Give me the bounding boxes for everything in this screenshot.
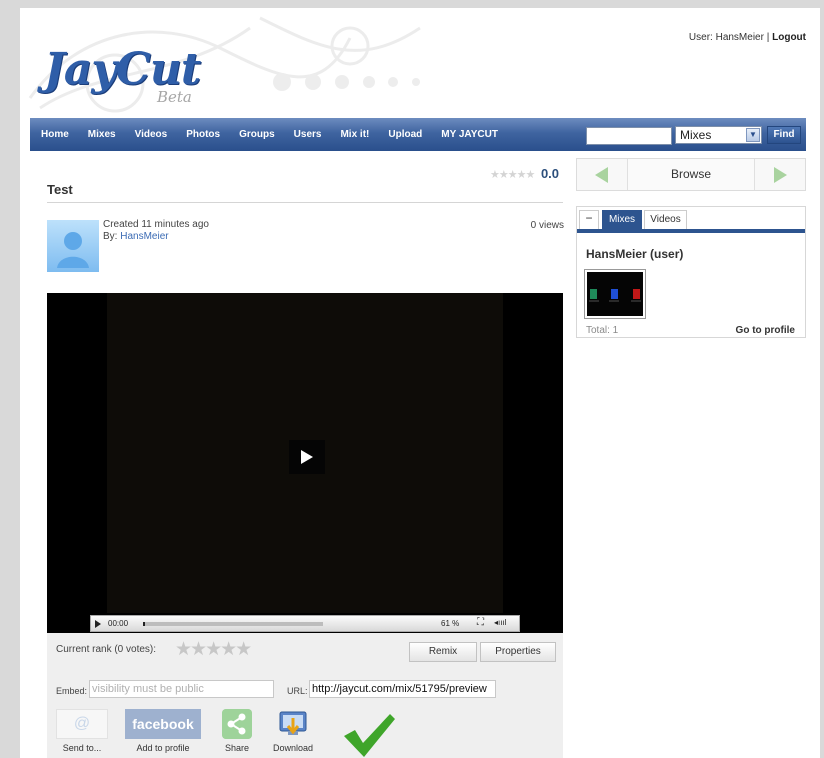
facebook-icon: facebook — [125, 709, 201, 739]
main-nav: Home Mixes Videos Photos Groups Users Mi… — [30, 118, 806, 151]
seek-handle[interactable] — [143, 622, 145, 626]
play-button[interactable] — [289, 440, 325, 474]
box-user-heading: HansMeier (user) — [586, 247, 684, 261]
rating-value: 0.0 — [540, 166, 560, 181]
checkmark-icon — [344, 714, 395, 757]
embed-field[interactable]: visibility must be public — [89, 680, 274, 698]
mix-thumbnail[interactable] — [584, 269, 646, 319]
current-user-label: User: HansMeier — [688, 32, 764, 43]
nav-mixes[interactable]: Mixes — [88, 118, 116, 151]
search-input[interactable] — [586, 127, 672, 145]
at-icon: @ — [56, 709, 108, 739]
find-button[interactable]: Find — [767, 126, 801, 144]
userbar-separator: | — [766, 32, 770, 43]
search-type-select[interactable]: Mixes ▼ — [675, 126, 762, 144]
properties-button[interactable]: Properties — [480, 642, 556, 662]
logo-beta-label: Beta — [157, 88, 192, 106]
share-label: Share — [224, 743, 250, 753]
share-button[interactable]: Share — [222, 709, 252, 755]
nav-my-jaycut[interactable]: MY JAYCUT — [441, 118, 498, 151]
nav-groups[interactable]: Groups — [239, 118, 275, 151]
mix-actions-panel: Current rank (0 votes): ★★★★★ Remix Prop… — [47, 633, 563, 758]
download-label: Download — [273, 743, 314, 753]
add-to-profile-button[interactable]: facebook Add to profile — [124, 709, 202, 755]
avatar[interactable] — [47, 220, 99, 272]
add-to-profile-label: Add to profile — [136, 743, 190, 753]
tab-underline — [577, 229, 805, 233]
rank-label: Current rank (0 votes): — [56, 644, 157, 655]
share-icon — [222, 709, 252, 739]
rank-stars-icon[interactable]: ★★★★★ — [175, 638, 252, 661]
title-divider — [47, 202, 563, 203]
collapse-tab[interactable]: − — [579, 210, 599, 229]
nav-upload[interactable]: Upload — [388, 118, 422, 151]
nav-items: Home Mixes Videos Photos Groups Users Mi… — [41, 118, 517, 151]
control-play-icon[interactable] — [95, 620, 101, 628]
chevron-down-icon[interactable]: ▼ — [746, 128, 760, 142]
mix-box-tabs: − Mixes Videos — [577, 207, 805, 233]
nav-home[interactable]: Home — [41, 118, 69, 151]
fullscreen-icon[interactable]: ⛶ — [477, 617, 484, 628]
page-title: Test — [47, 182, 73, 197]
current-time: 00:00 — [108, 619, 129, 628]
browse-next-button[interactable] — [754, 159, 805, 190]
browse-bar: Browse — [576, 158, 806, 191]
by-label: By: — [103, 231, 118, 242]
page: JayCut Beta User: HansMeier | Logout Hom… — [20, 8, 820, 758]
created-time: Created 11 minutes ago — [103, 219, 209, 230]
tab-videos[interactable]: Videos — [644, 210, 687, 229]
arrow-left-icon — [595, 167, 608, 183]
download-icon — [279, 711, 307, 735]
embed-label: Embed: — [56, 686, 88, 696]
thumbnail-image — [587, 272, 643, 316]
nav-photos[interactable]: Photos — [186, 118, 220, 151]
nav-videos[interactable]: Videos — [135, 118, 168, 151]
search-type-value: Mixes — [680, 128, 712, 142]
send-to-button[interactable]: @ Send to... — [56, 709, 108, 755]
nav-mix-it[interactable]: Mix it! — [340, 118, 369, 151]
go-to-profile-link[interactable]: Go to profile — [736, 325, 795, 336]
nav-users[interactable]: Users — [294, 118, 322, 151]
video-player[interactable]: 00:00 61 % ⛶ ◂ıııl — [47, 293, 563, 633]
site-header: JayCut Beta User: HansMeier | Logout — [20, 8, 820, 118]
play-icon — [301, 450, 313, 464]
load-percent: 61 % — [441, 619, 460, 628]
author-line: By: HansMeier — [103, 231, 169, 242]
view-count: 0 views — [530, 220, 564, 231]
tab-mixes[interactable]: Mixes — [602, 210, 642, 229]
send-to-label: Send to... — [62, 743, 102, 753]
total-count: Total: 1 — [586, 325, 619, 336]
player-controls: 00:00 61 % ⛶ ◂ıııl — [90, 615, 520, 632]
volume-icon[interactable]: ◂ıııl — [494, 618, 506, 627]
url-label: URL: — [287, 686, 308, 696]
author-link[interactable]: HansMeier — [120, 231, 168, 242]
user-silhouette-icon — [57, 232, 89, 268]
seek-bar[interactable] — [143, 622, 323, 626]
remix-button[interactable]: Remix — [409, 642, 477, 662]
user-mixes-box: − Mixes Videos HansMeier (user) Total: 1… — [576, 206, 806, 338]
user-bar: User: HansMeier | Logout — [689, 32, 806, 43]
download-button[interactable]: Download — [273, 709, 313, 755]
arrow-right-icon — [774, 167, 787, 183]
browse-button[interactable]: Browse — [628, 159, 754, 190]
logout-link[interactable]: Logout — [772, 32, 806, 43]
browse-prev-button[interactable] — [577, 159, 628, 190]
rating-summary: ★★★★★ 0.0 — [490, 166, 559, 181]
url-field[interactable]: http://jaycut.com/mix/51795/preview — [309, 680, 496, 698]
rating-stars-icon: ★★★★★ — [490, 169, 535, 181]
